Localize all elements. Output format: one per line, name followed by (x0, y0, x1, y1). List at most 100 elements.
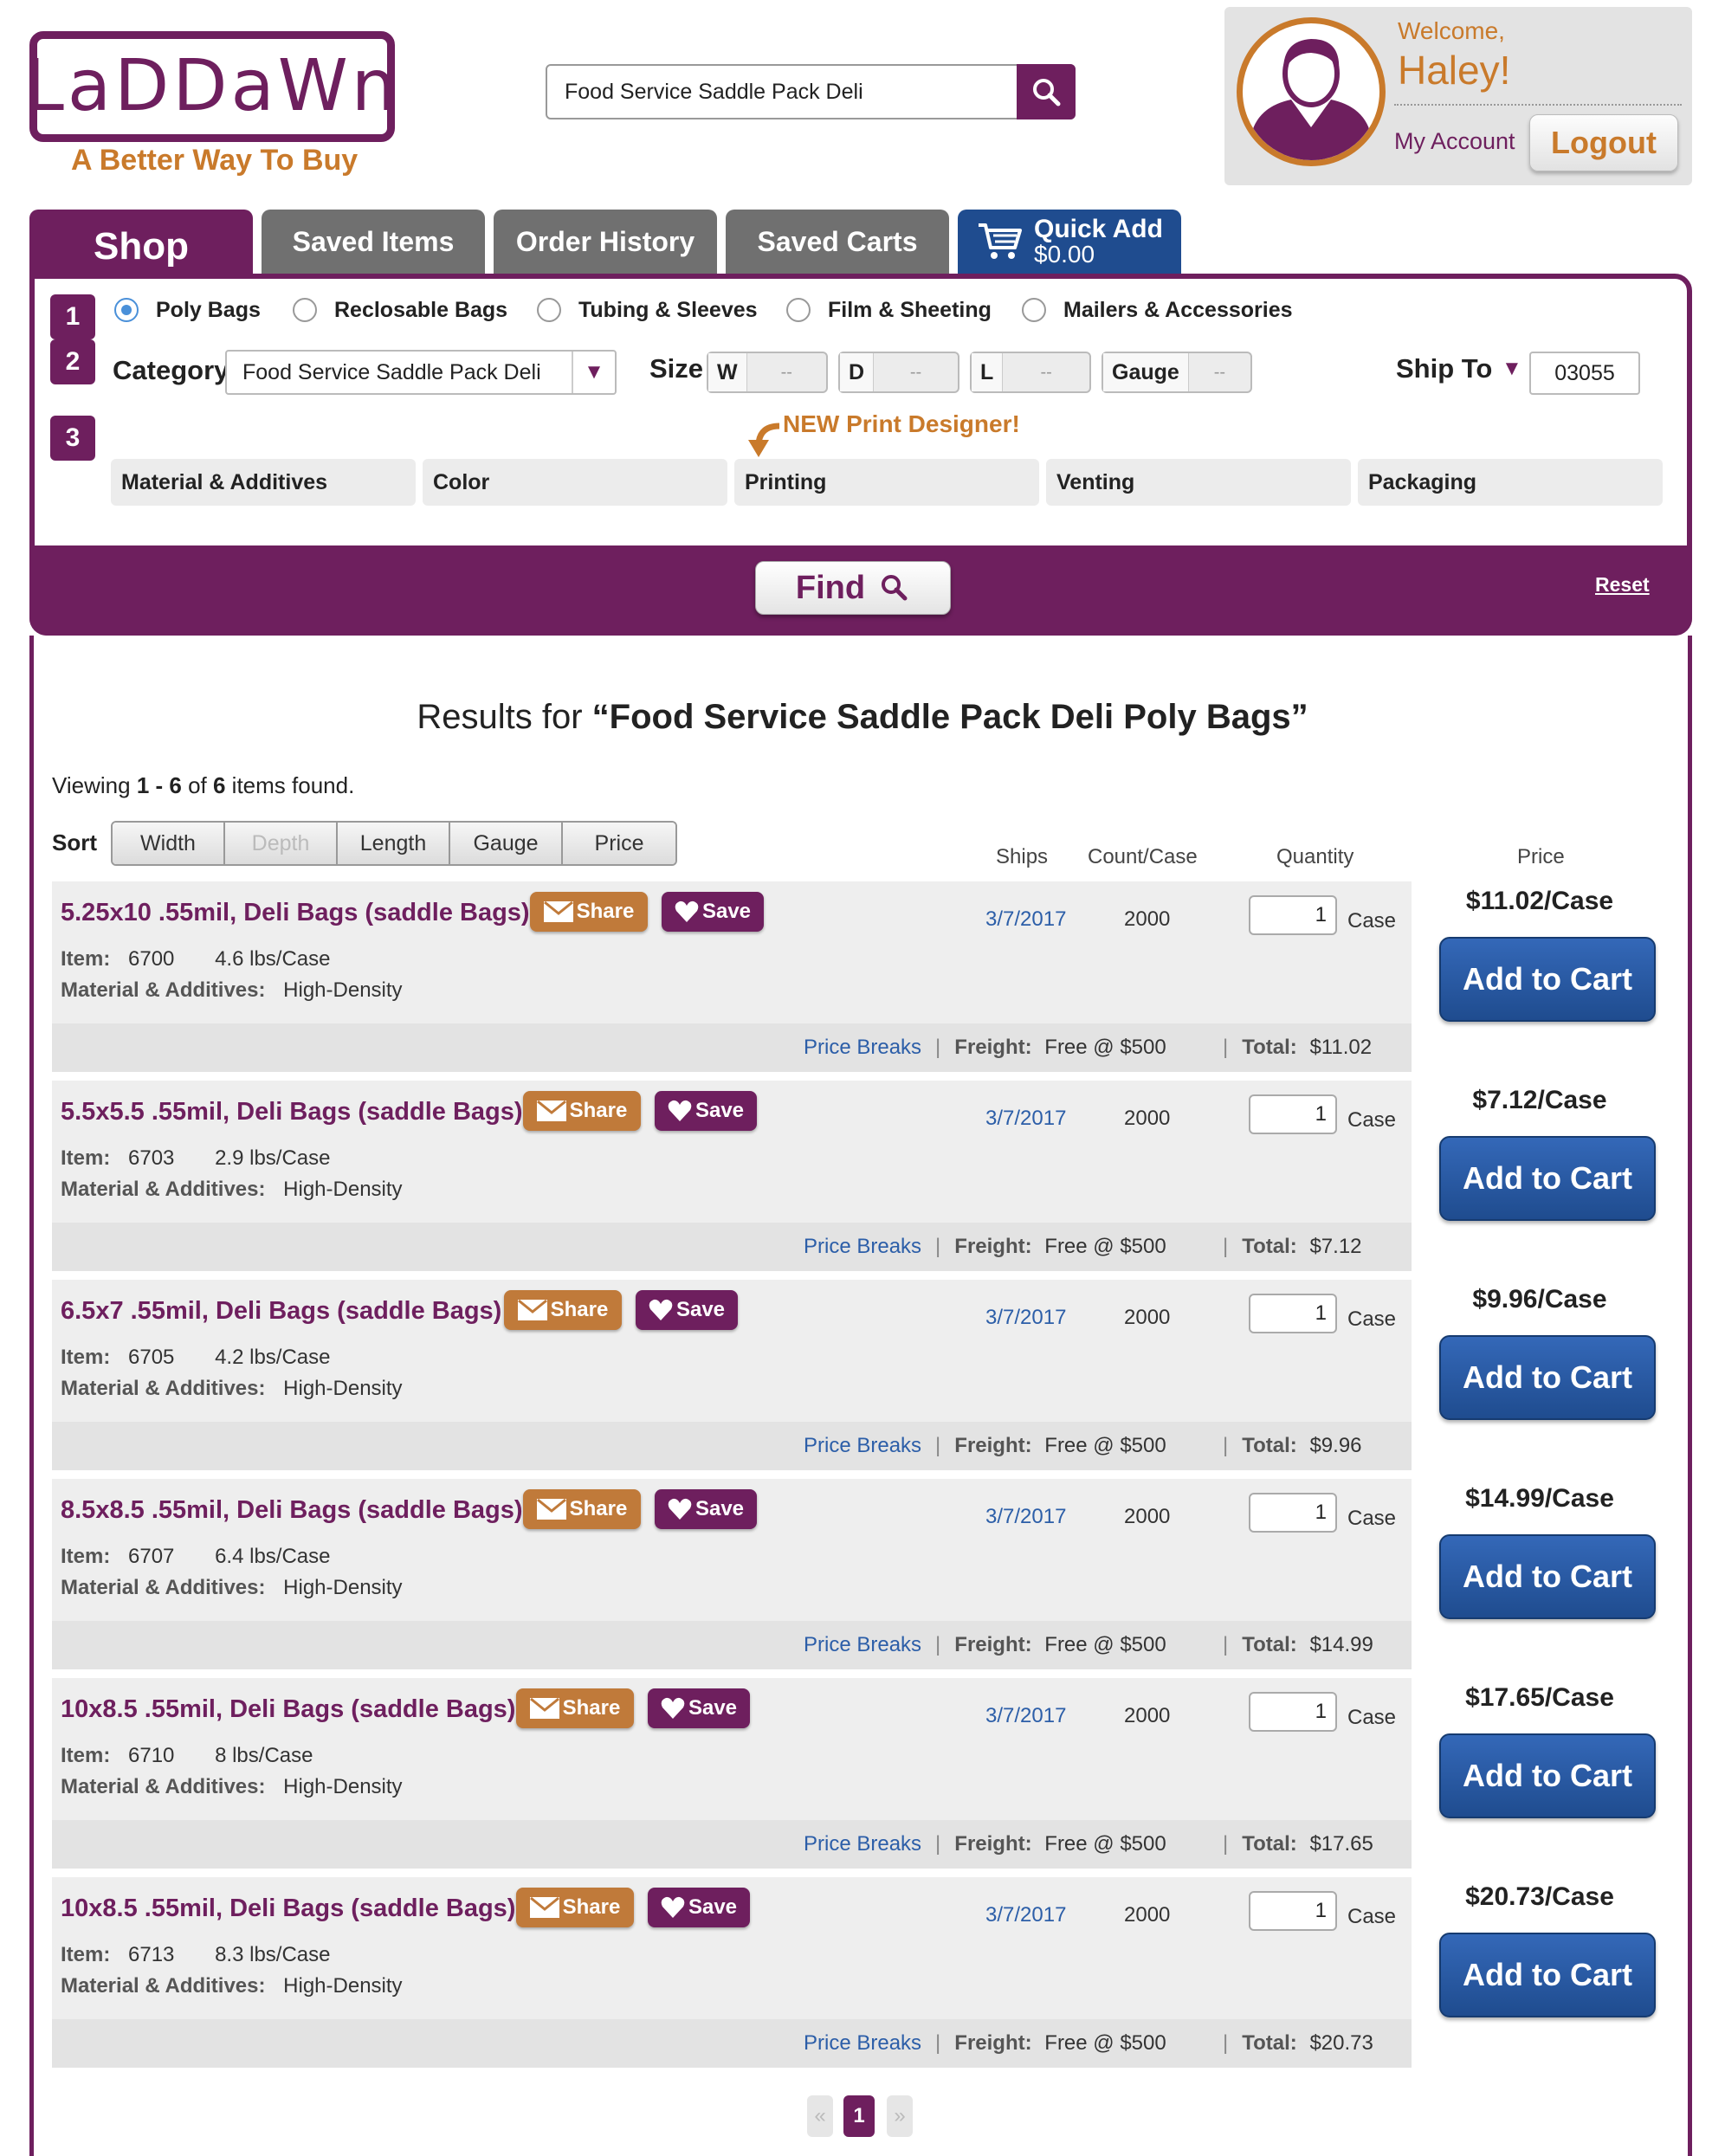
pagination-next[interactable]: » (887, 2095, 913, 2137)
size-width-key: W (708, 353, 747, 391)
quantity-input[interactable]: 1 (1249, 1094, 1337, 1134)
sort-price-button[interactable]: Price (563, 823, 675, 864)
row-total: | Total: $20.73 (1223, 2031, 1373, 2056)
quantity-input[interactable]: 1 (1249, 1493, 1337, 1533)
freight-label: Freight: (954, 1036, 1032, 1059)
product-title-link[interactable]: 6.5x7 .55mil, Deli Bags (saddle Bags) (61, 1297, 501, 1326)
price-breaks-link[interactable]: Price Breaks (804, 1832, 921, 1856)
item-label: Item: (61, 947, 111, 971)
size-gauge-field[interactable]: Gauge -- (1102, 352, 1252, 393)
attr-packaging[interactable]: Packaging (1358, 459, 1663, 506)
reset-link[interactable]: Reset (1595, 573, 1650, 597)
add-to-cart-button[interactable]: Add to Cart (1439, 1534, 1656, 1619)
save-button[interactable]: Save (655, 1489, 757, 1529)
ship-to-dropdown-icon[interactable]: ▼ (1502, 357, 1522, 381)
category-select[interactable]: Food Service Saddle Pack Deli (225, 350, 617, 395)
chevron-down-icon[interactable]: ▼ (572, 352, 615, 393)
add-to-cart-button[interactable]: Add to Cart (1439, 1335, 1656, 1420)
logout-button[interactable]: Logout (1529, 114, 1678, 171)
viewing-suffix: items found. (225, 772, 355, 798)
product-title-link[interactable]: 5.5x5.5 .55mil, Deli Bags (saddle Bags) (61, 1098, 523, 1126)
attr-printing[interactable]: Printing (734, 459, 1039, 506)
radio-poly-bags[interactable] (114, 298, 139, 322)
freight-value: Free @ $500 (1044, 1633, 1166, 1656)
price-breaks-link[interactable]: Price Breaks (804, 1633, 921, 1656)
price-breaks-link[interactable]: Price Breaks (804, 1235, 921, 1258)
radio-tubing-sleeves[interactable] (537, 298, 561, 322)
quantity-input[interactable]: 1 (1249, 1692, 1337, 1732)
size-width-field[interactable]: W -- (707, 352, 828, 393)
product-title-link[interactable]: 8.5x8.5 .55mil, Deli Bags (saddle Bags) (61, 1496, 523, 1525)
radio-mailers-accessories[interactable] (1022, 298, 1046, 322)
footer-divider: | (935, 1633, 941, 1656)
find-button[interactable]: Find (755, 561, 951, 615)
add-to-cart-button[interactable]: Add to Cart (1439, 1933, 1656, 2017)
site-logo[interactable]: LaDDaWn (24, 31, 397, 142)
save-button[interactable]: Save (662, 892, 764, 932)
share-button[interactable]: Share (523, 1091, 641, 1131)
pagination-prev[interactable]: « (807, 2095, 833, 2137)
save-button[interactable]: Save (636, 1290, 738, 1330)
ship-to-label: Ship To (1396, 353, 1493, 384)
add-to-cart-button[interactable]: Add to Cart (1439, 937, 1656, 1022)
share-button[interactable]: Share (504, 1290, 622, 1330)
print-designer-note[interactable]: NEW Print Designer! (783, 410, 1020, 438)
radio-film-sheeting[interactable] (786, 298, 811, 322)
attr-color[interactable]: Color (423, 459, 727, 506)
product-title-link[interactable]: 10x8.5 .55mil, Deli Bags (saddle Bags) (61, 1895, 515, 1923)
size-length-value: -- (1040, 362, 1052, 382)
product-title-link[interactable]: 5.25x10 .55mil, Deli Bags (saddle Bags) (61, 899, 530, 927)
share-label: Share (550, 1298, 609, 1321)
case-label: Case (1347, 1307, 1397, 1331)
tab-saved-carts[interactable]: Saved Carts (726, 210, 949, 274)
count-per-case: 2000 (1124, 907, 1171, 931)
radio-reclosable-bags[interactable] (293, 298, 317, 322)
sort-length-button[interactable]: Length (338, 823, 450, 864)
share-button[interactable]: Share (530, 892, 648, 932)
tab-quick-add[interactable]: Quick Add $0.00 (958, 210, 1181, 274)
total-value: $20.73 (1309, 2031, 1373, 2055)
product-title-link[interactable]: 10x8.5 .55mil, Deli Bags (saddle Bags) (61, 1695, 515, 1724)
add-to-cart-button[interactable]: Add to Cart (1439, 1733, 1656, 1818)
ship-to-zip-input[interactable]: 03055 (1529, 352, 1640, 395)
material-label: Material & Additives: (61, 1974, 266, 1998)
save-button[interactable]: Save (648, 1688, 750, 1728)
results-title: Results for “Food Service Saddle Pack De… (0, 698, 1725, 737)
price-breaks-link[interactable]: Price Breaks (804, 1434, 921, 1457)
radio-label-tubing-sleeves[interactable]: Tubing & Sleeves (578, 298, 758, 323)
total-divider: | (1223, 2031, 1229, 2055)
save-button[interactable]: Save (648, 1888, 750, 1927)
radio-label-film-sheeting[interactable]: Film & Sheeting (828, 298, 992, 323)
item-weight: 4.6 lbs/Case (215, 947, 331, 971)
attr-material-additives[interactable]: Material & Additives (111, 459, 416, 506)
share-button[interactable]: Share (516, 1888, 634, 1927)
tab-order-history[interactable]: Order History (494, 210, 717, 274)
curved-arrow-icon (748, 423, 780, 457)
my-account-link[interactable]: My Account (1394, 128, 1515, 155)
price-breaks-link[interactable]: Price Breaks (804, 1036, 921, 1059)
radio-label-reclosable-bags[interactable]: Reclosable Bags (334, 298, 507, 323)
quantity-input[interactable]: 1 (1249, 895, 1337, 935)
price-breaks-link[interactable]: Price Breaks (804, 2031, 921, 2055)
total-divider: | (1223, 1832, 1229, 1856)
col-ships: Ships (996, 845, 1049, 868)
radio-label-poly-bags[interactable]: Poly Bags (156, 298, 261, 323)
add-to-cart-button[interactable]: Add to Cart (1439, 1136, 1656, 1221)
radio-label-mailers-accessories[interactable]: Mailers & Accessories (1063, 298, 1293, 323)
col-count-case: Count/Case (1088, 845, 1198, 868)
size-depth-field[interactable]: D -- (838, 352, 959, 393)
sort-width-button[interactable]: Width (113, 823, 225, 864)
size-length-field[interactable]: L -- (970, 352, 1091, 393)
save-button[interactable]: Save (655, 1091, 757, 1131)
share-button[interactable]: Share (523, 1489, 641, 1529)
tab-saved-items[interactable]: Saved Items (262, 210, 485, 274)
sort-gauge-button[interactable]: Gauge (450, 823, 563, 864)
share-button[interactable]: Share (516, 1688, 634, 1728)
attr-venting[interactable]: Venting (1046, 459, 1351, 506)
quantity-input[interactable]: 1 (1249, 1891, 1337, 1931)
search-button[interactable] (1017, 64, 1076, 119)
material-label: Material & Additives: (61, 1377, 266, 1400)
quantity-input[interactable]: 1 (1249, 1294, 1337, 1333)
search-input[interactable] (563, 66, 1030, 118)
pagination-current[interactable]: 1 (843, 2095, 875, 2137)
